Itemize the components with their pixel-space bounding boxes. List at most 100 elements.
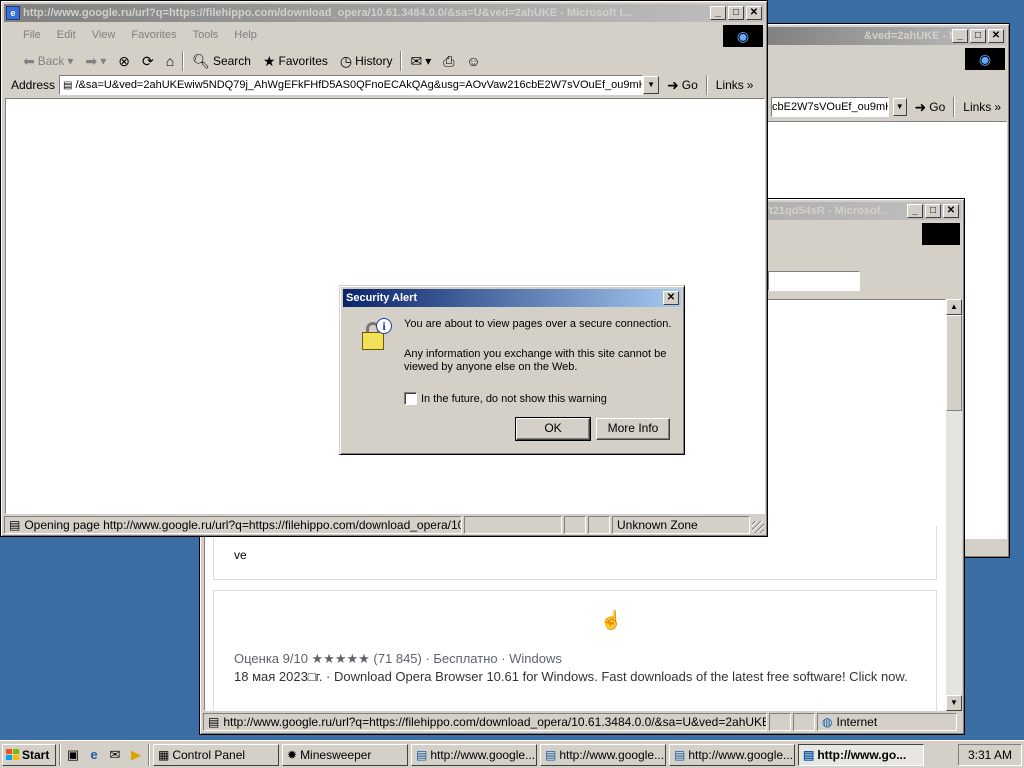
status-bar: ▤ Opening page http://www.google.ru/url?… <box>4 515 764 535</box>
messenger-button[interactable]: ☺ <box>462 50 484 72</box>
taskbar-item-label: http://www.google... <box>688 747 794 762</box>
scroll-up-button[interactable]: ▲ <box>946 299 962 315</box>
address-dropdown[interactable]: ▼ <box>643 76 660 94</box>
ok-label: OK <box>544 421 562 435</box>
go-button[interactable]: ➜ Go <box>663 74 702 96</box>
do-not-show-checkbox[interactable] <box>404 392 417 405</box>
ie-window-back-titlebar[interactable]: &ved=2ahUKE - Microsoft I... _ □ ✕ <box>764 27 1006 45</box>
middle-address-field[interactable] <box>768 271 860 291</box>
close-button[interactable]: ✕ <box>663 291 679 305</box>
links-button[interactable]: Links » <box>712 74 758 96</box>
search-result-card: Оценка 9/10 ★★★★★ (71 845) · Бесплатно ·… <box>213 590 937 712</box>
scroll-thumb[interactable] <box>946 315 962 411</box>
internet-explorer-icon[interactable]: e <box>85 746 103 764</box>
mail-button[interactable]: ✉ ▾ <box>406 50 435 72</box>
status-text-panel: ▤ Opening page http://www.google.ru/url?… <box>4 516 462 534</box>
media-player-icon[interactable]: ▶ <box>127 746 145 764</box>
taskbar-item-control-panel[interactable]: ▦ Control Panel <box>153 743 279 766</box>
forward-button[interactable]: ➡ ▾ <box>81 50 110 72</box>
page-icon: ▤ <box>208 715 220 729</box>
taskbar-item-ie-2[interactable]: ▤ http://www.google... <box>540 743 666 766</box>
ie-window-front: e http://www.google.ru/url?q=https://fil… <box>0 0 768 537</box>
back-button[interactable]: ⬅ Back ▾ <box>19 50 77 72</box>
status-zone: Unknown Zone <box>617 518 698 532</box>
taskbar-item-label: Minesweeper <box>300 747 372 762</box>
system-tray: 3:31 AM <box>958 743 1022 766</box>
page-icon: ▤ <box>9 518 21 532</box>
dialog-titlebar[interactable]: Security Alert ✕ <box>343 289 681 307</box>
progress-panel <box>463 516 563 534</box>
menu-tools[interactable]: Tools <box>193 29 219 41</box>
scroll-down-button[interactable]: ▼ <box>946 695 962 711</box>
do-not-show-checkbox-row[interactable]: In the future, do not show this warning <box>404 392 607 405</box>
go-label: Go <box>681 78 698 92</box>
address-input[interactable]: cbE2W7sVOuEf_ou9mHa <box>771 97 889 117</box>
search-label: Search <box>212 54 251 68</box>
maximize-button[interactable]: □ <box>970 29 986 43</box>
dialog-title: Security Alert <box>346 292 418 304</box>
control-panel-icon: ▦ <box>158 747 170 762</box>
menu-edit[interactable]: Edit <box>57 29 76 41</box>
refresh-button[interactable]: ⟳ <box>138 50 158 72</box>
menu-file[interactable]: File <box>23 29 41 41</box>
print-button[interactable]: ⎙ <box>439 50 458 72</box>
search-button[interactable]: 🔍︎ Search <box>188 50 255 72</box>
ie-page-icon: ▤ <box>674 747 686 762</box>
status-text-panel: ▤ http://www.google.ru/url?q=https://fil… <box>203 713 767 731</box>
taskbar-item-label: http://www.google... <box>430 747 536 762</box>
toolbar: ⬅ Back ▾ ➡ ▾ ⊗ ⟳ ⌂ 🔍︎ Search ★ Favorites ◷ H… <box>5 48 763 74</box>
show-desktop-icon[interactable]: ▣ <box>64 746 82 764</box>
forward-arrow-icon: ➡ <box>85 52 98 69</box>
links-button[interactable]: Links » <box>959 96 1005 118</box>
home-button[interactable]: ⌂ <box>162 50 178 72</box>
links-label: Links <box>715 78 744 92</box>
taskbar-item-minesweeper[interactable]: ✹ Minesweeper <box>282 743 408 766</box>
minimize-button[interactable]: _ <box>907 204 923 218</box>
close-button[interactable]: ✕ <box>943 204 959 218</box>
more-info-button[interactable]: More Info <box>596 418 670 440</box>
go-button[interactable]: ➜ Go <box>911 96 950 118</box>
resize-grip[interactable] <box>752 521 764 533</box>
ok-button[interactable]: OK <box>515 417 591 441</box>
do-not-show-label: In the future, do not show this warning <box>421 392 607 405</box>
home-icon: ⌂ <box>165 53 175 69</box>
ie-page-icon: ▤ <box>416 747 428 762</box>
links-label: Links <box>963 100 992 114</box>
minimize-button[interactable]: _ <box>710 6 726 20</box>
menu-favorites[interactable]: Favorites <box>131 29 176 41</box>
history-button[interactable]: ◷ History <box>336 50 397 72</box>
maximize-button[interactable]: □ <box>728 6 744 20</box>
taskbar-item-label: http://www.google... <box>559 747 665 762</box>
taskbar: Start ▣ e ✉ ▶ ▦ Control Panel ✹ Minesweepe… <box>0 740 1024 768</box>
stop-button[interactable]: ⊗ <box>114 50 134 72</box>
maximize-button[interactable]: □ <box>925 204 941 218</box>
dialog-message-1: You are about to view pages over a secur… <box>404 318 672 330</box>
taskbar-item-ie-1[interactable]: ▤ http://www.google... <box>411 743 537 766</box>
back-arrow-icon: ⬅ <box>23 52 35 69</box>
close-button[interactable]: ✕ <box>988 29 1004 43</box>
taskbar-item-ie-3[interactable]: ▤ http://www.google... <box>669 743 795 766</box>
taskbar-item-ie-active[interactable]: ▤ http://www.go... <box>798 743 924 766</box>
minimize-button[interactable]: _ <box>952 29 968 43</box>
ie-window-front-titlebar[interactable]: e http://www.google.ru/url?q=https://fil… <box>4 4 764 22</box>
menu-view[interactable]: View <box>92 29 116 41</box>
status-panel-b <box>588 516 610 534</box>
separator <box>400 51 403 71</box>
clock[interactable]: 3:31 AM <box>968 748 1012 762</box>
close-button[interactable]: ✕ <box>746 6 762 20</box>
start-label: Start <box>22 747 50 762</box>
address-text: /&sa=U&ved=2ahUKEwiw5NDQ79j_AhWgEFkFHfD5… <box>75 79 644 91</box>
outlook-express-icon[interactable]: ✉ <box>106 746 124 764</box>
address-dropdown[interactable]: ▼ <box>892 98 907 116</box>
favorites-button[interactable]: ★ Favorites <box>259 50 332 72</box>
menu-help[interactable]: Help <box>234 29 257 41</box>
status-text: Opening page http://www.google.ru/url?q=… <box>24 518 460 532</box>
internet-globe-icon: ◍ <box>822 715 833 729</box>
address-input[interactable]: ▤ /&sa=U&ved=2ahUKEwiw5NDQ79j_AhWgEFkFHf… <box>59 75 644 95</box>
vertical-scrollbar[interactable]: ▲ ▼ <box>946 299 962 711</box>
go-label: Go <box>929 100 946 114</box>
start-button[interactable]: Start <box>2 743 56 766</box>
status-panel-a <box>769 713 791 731</box>
ie-page-icon: ▤ <box>545 747 557 762</box>
windows-logo-icon <box>922 223 960 245</box>
